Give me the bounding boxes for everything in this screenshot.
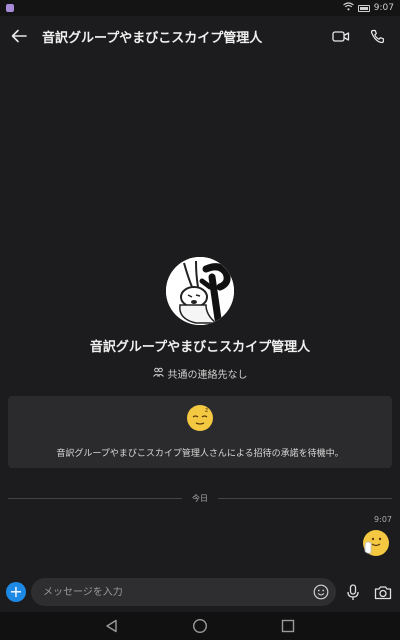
divider-line-left xyxy=(8,497,182,499)
waving-hand-emoji[interactable] xyxy=(362,529,390,557)
status-bar: 9:07 xyxy=(0,0,400,16)
emoji-icon[interactable] xyxy=(312,583,330,601)
date-divider: 今日 xyxy=(8,492,392,504)
phone-call-icon[interactable] xyxy=(368,27,386,45)
status-time: 9:07 xyxy=(373,3,394,13)
message-time: 9:07 xyxy=(374,515,392,524)
message-input[interactable] xyxy=(43,586,312,598)
add-button[interactable]: + xyxy=(6,582,26,602)
svg-text:z: z xyxy=(205,407,208,414)
microphone-icon[interactable] xyxy=(344,583,362,601)
message-composer: + xyxy=(0,572,400,612)
app-notification-icon xyxy=(6,4,14,12)
date-label: 今日 xyxy=(192,493,208,503)
sleeping-face-emoji: z xyxy=(186,404,214,432)
contacts-icon xyxy=(152,367,164,380)
avatar[interactable] xyxy=(166,257,234,325)
invite-status-text: 音訳グループやまびこスカイプ管理人さんによる招待の承諾を待機中。 xyxy=(56,449,344,459)
home-circle-icon[interactable] xyxy=(191,617,209,635)
invite-card: z 音訳グループやまびこスカイプ管理人さんによる招待の承諾を待機中。 xyxy=(8,396,392,468)
video-call-icon[interactable] xyxy=(332,27,350,45)
battery-icon xyxy=(357,4,370,12)
recents-square-icon[interactable] xyxy=(279,617,297,635)
back-triangle-icon[interactable] xyxy=(103,617,121,635)
mutual-contacts-label: 共通の連絡先なし xyxy=(167,370,248,381)
camera-icon[interactable] xyxy=(374,583,392,601)
message-input-wrapper[interactable] xyxy=(31,578,336,606)
wifi-icon xyxy=(342,2,354,14)
app-header: 音訳グループやまびこスカイプ管理人 xyxy=(0,16,400,56)
system-nav-bar xyxy=(0,612,400,640)
arrow-left-icon[interactable] xyxy=(10,27,28,45)
page-title: 音訳グループやまびこスカイプ管理人 xyxy=(42,30,263,46)
chat-area[interactable]: 音訳グループやまびこスカイプ管理人 共通の連絡先なし z 音訳グループやまびこス… xyxy=(0,56,400,572)
divider-line-right xyxy=(218,497,392,499)
mutual-contacts: 共通の連絡先なし xyxy=(0,366,400,381)
profile-name: 音訳グループやまびこスカイプ管理人 xyxy=(89,340,311,355)
